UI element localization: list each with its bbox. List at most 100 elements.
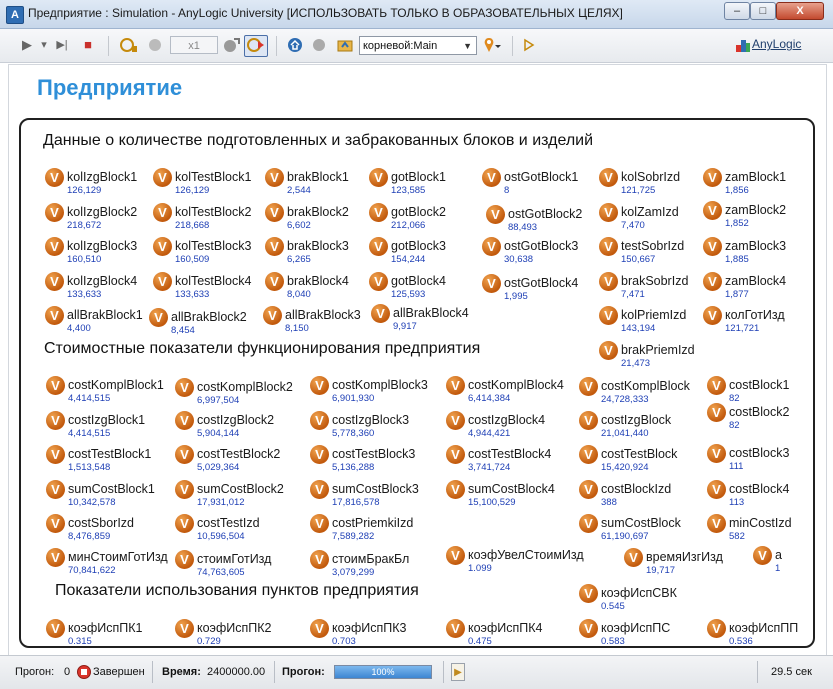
variable-name: costIzgBlock1	[68, 413, 146, 427]
variable-name: brakBlock3	[287, 239, 349, 253]
variable-icon: V	[46, 514, 65, 533]
variable-icon: V	[707, 444, 726, 463]
variable-value: 1,885	[725, 254, 749, 265]
variable-value: 0.583	[601, 636, 625, 647]
variable-name: brakBlock2	[287, 205, 349, 219]
step-icon[interactable]: ▶|	[52, 37, 72, 53]
window-title: Предприятие : Simulation - AnyLogic Univ…	[28, 6, 623, 20]
variable-name: costSborIzd	[68, 516, 135, 530]
variable-value: 212,066	[391, 220, 426, 231]
variable-name: gotBlock2	[391, 205, 446, 219]
variable-name: sumCostBlock2	[197, 482, 284, 496]
variable-value: 10,596,504	[197, 531, 245, 542]
toolbar: ▶ ▾ ▶| ■ x1 корневой:Main ▼ AnyLogic	[0, 29, 833, 63]
variable-name: costKomplBlock1	[68, 378, 164, 392]
variable-name: costIzgBlock2	[197, 413, 275, 427]
variable-name: allBrakBlock4	[393, 306, 469, 320]
variable-icon: V	[446, 480, 465, 499]
variable-value: 4,944,421	[468, 428, 511, 439]
agent-select[interactable]: корневой:Main ▼	[359, 36, 477, 55]
run-label: Прогон:	[15, 666, 55, 678]
status-separator	[274, 661, 275, 683]
run-icon[interactable]: ▶	[20, 37, 34, 53]
variable-icon: V	[446, 376, 465, 395]
console-icon[interactable]	[522, 37, 536, 53]
maximize-button[interactable]: □	[750, 2, 776, 20]
variable-icon: V	[703, 201, 722, 220]
variable-value: 0.536	[729, 636, 753, 647]
variable-name: коэфИспПК1	[68, 621, 143, 635]
variable-icon: V	[369, 272, 388, 291]
variable-icon: V	[446, 411, 465, 430]
variable-value: 0.703	[332, 636, 356, 647]
variable-name: costPriemkiIzd	[332, 516, 414, 530]
variable-icon: V	[369, 203, 388, 222]
variable-name: brakPriemIzd	[621, 343, 695, 357]
variable-value: 6,901,930	[332, 393, 375, 404]
variable-icon: V	[310, 480, 329, 499]
variable-name: стоимГотИзд	[197, 552, 272, 566]
variable-icon: V	[446, 445, 465, 464]
variable-name: brakBlock4	[287, 274, 349, 288]
variable-icon: V	[579, 411, 598, 430]
location-pin-icon[interactable]	[482, 37, 502, 53]
stop-icon[interactable]: ■	[80, 37, 96, 53]
variable-value: 4,414,515	[68, 393, 111, 404]
title-bar: A Предприятие : Simulation - AnyLogic Un…	[0, 0, 833, 29]
progress-text: 100%	[371, 667, 395, 677]
navigate-back-icon[interactable]	[310, 37, 328, 53]
variable-icon: V	[599, 306, 618, 325]
variable-name: времяИзгИзд	[646, 550, 723, 564]
speed-field[interactable]: x1	[170, 36, 218, 54]
variable-name: costTestBlock4	[468, 447, 552, 461]
variable-value: 74,763,605	[197, 567, 245, 578]
variable-name: allBrakBlock2	[171, 310, 247, 324]
variable-name: zamBlock1	[725, 170, 787, 184]
variable-value: 7,589,282	[332, 531, 375, 542]
virtual-time-icon[interactable]	[244, 35, 268, 57]
slow-down-icon[interactable]	[120, 37, 138, 53]
variable-name: gotBlock1	[391, 170, 446, 184]
run-menu-icon[interactable]: ▾	[38, 37, 50, 53]
variable-value: 160,510	[67, 254, 102, 265]
variable-value: 30,638	[504, 254, 534, 265]
status-separator	[443, 661, 444, 683]
variable-icon: V	[265, 237, 284, 256]
variable-icon: V	[703, 237, 722, 256]
variable-value: 8,040	[287, 289, 311, 300]
variable-value: 82	[729, 393, 740, 404]
variable-name: коэфИспПП	[729, 621, 799, 635]
toolbar-separator	[512, 36, 513, 56]
variable-icon: V	[579, 445, 598, 464]
minimize-button[interactable]: –	[724, 2, 750, 20]
progress-label: Прогон:	[282, 666, 325, 678]
variable-value: 5,778,360	[332, 428, 375, 439]
real-time-icon[interactable]	[146, 37, 164, 53]
variable-name: sumCostBlock1	[68, 482, 155, 496]
variable-icon: V	[707, 376, 726, 395]
variable-name: costTestBlock3	[332, 447, 416, 461]
variable-name: ostGotBlock1	[504, 170, 579, 184]
close-button[interactable]: X	[776, 2, 824, 20]
variable-icon: V	[486, 205, 505, 224]
variable-value: 5,904,144	[197, 428, 240, 439]
variable-value: 70,841,622	[68, 565, 116, 576]
anylogic-logo-link[interactable]: AnyLogic	[752, 37, 801, 51]
variable-icon: V	[46, 376, 65, 395]
variable-value: 154,244	[391, 254, 426, 265]
speed-up-icon[interactable]	[222, 37, 240, 53]
variable-name: kolIzgBlock4	[67, 274, 138, 288]
variable-name: kolPriemIzd	[621, 308, 687, 322]
elapsed-time: 29.5 сек	[771, 666, 812, 678]
variable-icon: V	[707, 619, 726, 638]
variable-icon: V	[310, 411, 329, 430]
variable-name: kolTestBlock4	[175, 274, 252, 288]
variable-value: 5,029,364	[197, 462, 240, 473]
variable-icon: V	[263, 306, 282, 325]
variable-value: 4,400	[67, 323, 91, 334]
navigate-home-icon[interactable]	[286, 37, 304, 53]
console-toggle-button[interactable]: ▶	[451, 663, 465, 681]
variable-value: 17,816,578	[332, 497, 380, 508]
navigate-up-icon[interactable]	[336, 37, 354, 53]
variable-value: 143,194	[621, 323, 656, 334]
